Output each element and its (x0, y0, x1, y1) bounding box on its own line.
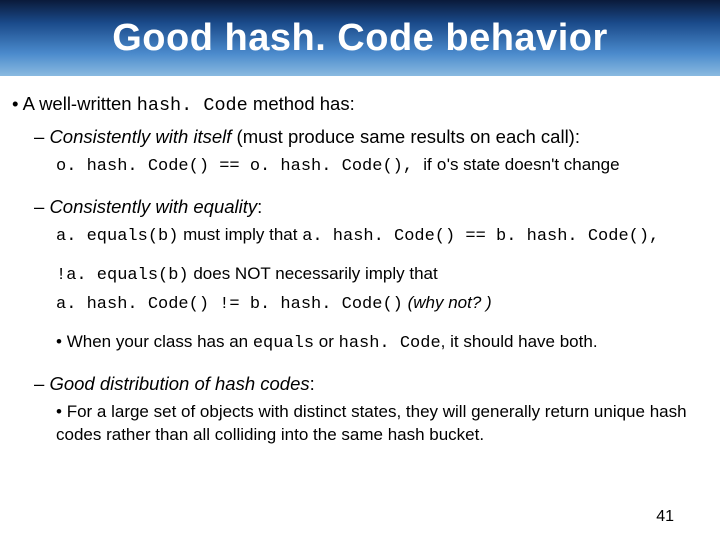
detail-should-have-both: When your class has an equals or hash. C… (56, 331, 708, 356)
text: A well-written (23, 93, 137, 114)
code: hash. Code (137, 95, 248, 116)
text-italic: Consistently with itself (49, 126, 231, 147)
text: does NOT necessarily imply that (189, 264, 438, 283)
detail-consistent-self: o. hash. Code() == o. hash. Code(), if o… (56, 154, 708, 179)
text: or (314, 332, 339, 351)
text: method has: (248, 93, 355, 114)
code: a. hash. Code() != b. hash. Code() (56, 295, 403, 314)
bullet-intro: A well-written hash. Code method has: (12, 92, 708, 119)
text: if (423, 155, 436, 174)
code: !a. equals(b) (56, 266, 189, 285)
code: hash. Code (339, 334, 441, 353)
text: : (310, 373, 315, 394)
slide-title: Good hash. Code behavior (112, 17, 608, 60)
bullet-consistent-equality: Consistently with equality: (34, 195, 708, 220)
text-italic: Good distribution of hash codes (49, 373, 309, 394)
slide-content: A well-written hash. Code method has: Co… (0, 76, 720, 446)
detail-good-distribution: For a large set of objects with distinct… (56, 401, 708, 447)
slide-number: 41 (656, 508, 674, 526)
code: o (437, 157, 447, 176)
text: must imply that (178, 225, 302, 244)
detail-not-equals-1: !a. equals(b) does NOT necessarily imply… (56, 263, 708, 288)
text: (must produce same results on each call)… (231, 126, 580, 147)
text: When your class has an (67, 332, 253, 351)
text: For a large set of objects with distinct… (56, 402, 687, 444)
detail-equals-implies: a. equals(b) must imply that a. hash. Co… (56, 224, 708, 249)
text: 's state doesn't change (447, 155, 620, 174)
code: a. hash. Code() == b. hash. Code(), (302, 227, 659, 246)
code: equals (253, 334, 314, 353)
code: a. equals(b) (56, 227, 178, 246)
code: o. hash. Code() == o. hash. Code(), (56, 157, 423, 176)
text-italic: Consistently with equality (49, 196, 257, 217)
title-bar: Good hash. Code behavior (0, 0, 720, 76)
text: , it should have both. (441, 332, 598, 351)
bullet-good-distribution: Good distribution of hash codes: (34, 372, 708, 397)
text: : (257, 196, 262, 217)
detail-not-equals-2: a. hash. Code() != b. hash. Code() (why … (56, 292, 708, 317)
bullet-consistent-self: Consistently with itself (must produce s… (34, 125, 708, 150)
text-italic: (why not? ) (403, 293, 492, 312)
